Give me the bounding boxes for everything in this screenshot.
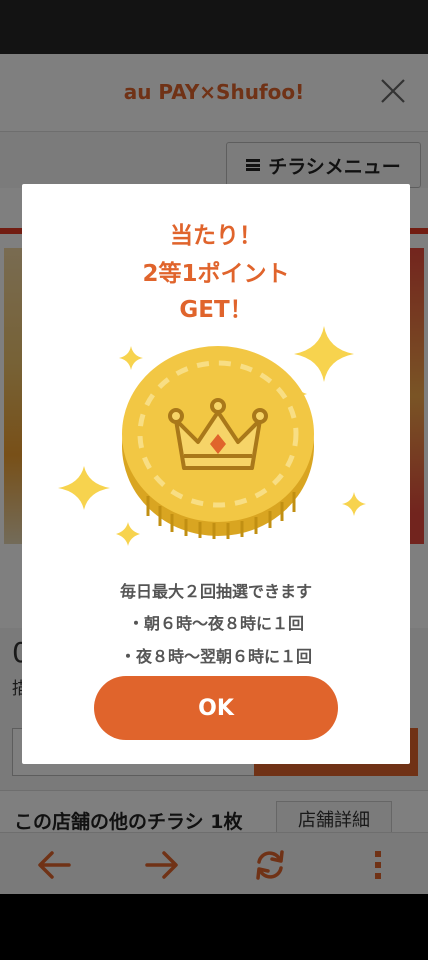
result-heading: 当たり！ bbox=[170, 223, 262, 249]
prize-text: 2等1ポイント bbox=[142, 261, 290, 287]
lottery-result-dialog: 当たり！ 2等1ポイント GET！ 毎日最大２回抽選できます ・朝６時〜夜８時に… bbox=[22, 184, 410, 764]
lottery-morning-slot: ・朝６時〜夜８時に１回 bbox=[127, 614, 304, 633]
lottery-info-line: 毎日最大２回抽選できます bbox=[119, 582, 312, 601]
ok-button[interactable]: OK bbox=[94, 676, 338, 740]
gold-coin-illustration bbox=[58, 326, 366, 546]
lottery-night-slot: ・夜８時〜翌朝６時に１回 bbox=[119, 647, 312, 666]
